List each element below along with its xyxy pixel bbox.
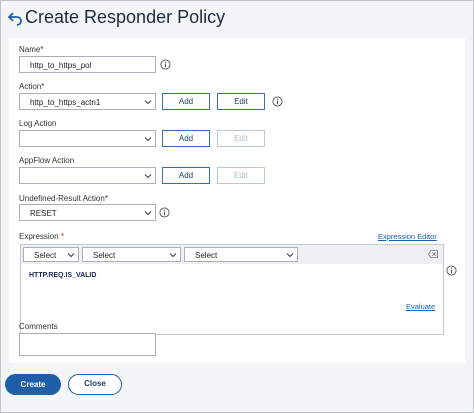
form-card: Name* http_to_https_pol Action* http_to_… xyxy=(9,38,465,363)
expression-label: Expression * xyxy=(19,232,64,241)
action-select-value: http_to_https_actn1 xyxy=(30,98,101,107)
comments-textarea[interactable] xyxy=(19,333,156,356)
page-title: Create Responder Policy xyxy=(25,7,226,27)
chevron-down-icon xyxy=(169,253,177,258)
back-arrow-icon[interactable] xyxy=(7,10,23,26)
footer: Create Close xyxy=(1,366,473,412)
log-action-edit-button[interactable]: Edit xyxy=(217,130,265,147)
create-button[interactable]: Create xyxy=(5,374,61,395)
info-icon[interactable] xyxy=(160,59,171,70)
log-action-select[interactable] xyxy=(19,130,156,147)
expression-label-text: Expression xyxy=(19,232,59,241)
chevron-down-icon xyxy=(144,211,152,216)
appflow-action-add-button[interactable]: Add xyxy=(162,167,210,184)
action-edit-button[interactable]: Edit xyxy=(217,93,265,110)
info-icon[interactable] xyxy=(446,265,457,276)
expression-text[interactable]: HTTP.REQ.IS_VALID xyxy=(29,272,96,279)
undefined-result-select[interactable]: RESET xyxy=(19,204,156,221)
expression-select-2[interactable]: Select xyxy=(82,247,181,262)
undefined-result-label: Undefined-Result Action* xyxy=(19,194,108,203)
clear-icon[interactable] xyxy=(428,250,438,258)
expression-select-2-value: Select xyxy=(93,251,116,260)
name-label: Name* xyxy=(19,45,44,54)
info-icon[interactable] xyxy=(159,207,170,218)
expression-select-1-value: Select xyxy=(34,251,57,260)
action-select[interactable]: http_to_https_actn1 xyxy=(19,93,156,110)
info-icon[interactable] xyxy=(272,96,283,107)
action-add-button[interactable]: Add xyxy=(162,93,210,110)
comments-label: Comments xyxy=(19,322,58,331)
required-marker: * xyxy=(60,232,64,241)
page-header: Create Responder Policy xyxy=(1,1,473,37)
chevron-down-icon xyxy=(144,174,152,179)
close-button[interactable]: Close xyxy=(68,374,122,395)
expression-toolbar: Select Select Select xyxy=(21,245,443,264)
appflow-action-edit-button[interactable]: Edit xyxy=(217,167,265,184)
log-action-label: Log Action xyxy=(19,119,57,128)
chevron-down-icon xyxy=(144,100,152,105)
appflow-action-label: AppFlow Action xyxy=(19,156,75,165)
expression-editor-link[interactable]: Expression Editor xyxy=(378,232,437,241)
chevron-down-icon xyxy=(286,253,294,258)
evaluate-link[interactable]: Evaluate xyxy=(406,302,435,311)
expression-select-3-value: Select xyxy=(195,251,218,260)
log-action-add-button[interactable]: Add xyxy=(162,130,210,147)
expression-select-3[interactable]: Select xyxy=(184,247,298,262)
chevron-down-icon xyxy=(67,253,75,258)
expression-box: Select Select Select HTTP.REQ.IS_VALID xyxy=(20,244,444,335)
expression-select-1[interactable]: Select xyxy=(23,247,79,262)
appflow-action-select[interactable] xyxy=(19,167,156,184)
undefined-result-select-value: RESET xyxy=(30,209,57,218)
chevron-down-icon xyxy=(144,137,152,142)
action-label: Action* xyxy=(19,82,45,91)
name-input[interactable]: http_to_https_pol xyxy=(19,56,156,73)
